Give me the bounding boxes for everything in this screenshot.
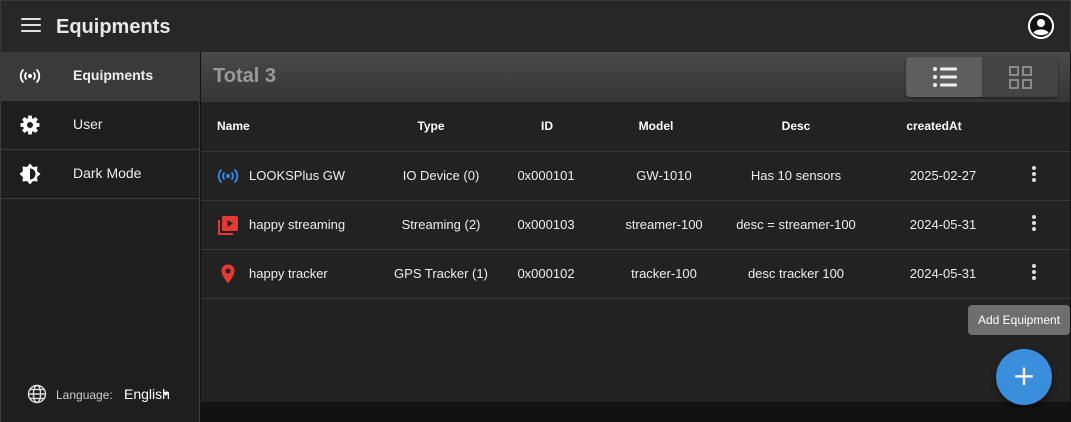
equipment-id: 0x000103 bbox=[517, 217, 575, 232]
more-vert-icon[interactable] bbox=[1027, 264, 1041, 284]
add-equipment-tooltip: Add Equipment bbox=[968, 305, 1070, 335]
grid-view-icon bbox=[1009, 66, 1032, 89]
main-content: Total 3 Name Type ID Model Desc createdA… bbox=[201, 52, 1070, 402]
view-toggle bbox=[906, 57, 1058, 97]
list-view-button[interactable] bbox=[906, 57, 982, 97]
sidebar-item-dark-mode[interactable]: Dark Mode bbox=[1, 150, 199, 199]
location-pin-icon bbox=[217, 263, 239, 285]
equipment-created-at: 2024-05-31 bbox=[909, 266, 977, 281]
equipment-model: GW-1010 bbox=[636, 168, 692, 183]
equipment-desc: desc tracker 100 bbox=[747, 266, 845, 281]
page-title: Equipments bbox=[56, 16, 171, 38]
equipment-model: streamer-100 bbox=[625, 217, 703, 232]
menu-icon[interactable] bbox=[21, 18, 41, 34]
video-library-icon bbox=[217, 214, 239, 236]
equipment-table: Name Type ID Model Desc createdAt LOOKSP… bbox=[201, 102, 1070, 299]
plus-icon: + bbox=[1012, 359, 1036, 392]
column-header-created-at[interactable]: createdAt bbox=[894, 102, 974, 150]
table-row[interactable]: happy streaming Streaming (2) 0x000103 s… bbox=[201, 201, 1070, 250]
account-icon[interactable] bbox=[1028, 13, 1054, 39]
table-row[interactable]: LOOKSPlus GW IO Device (0) 0x000101 GW-1… bbox=[201, 152, 1070, 201]
equipment-created-at: 2024-05-31 bbox=[909, 217, 977, 232]
equipment-name: happy tracker bbox=[249, 266, 328, 281]
equipment-id: 0x000102 bbox=[517, 266, 575, 281]
language-label: Language: bbox=[56, 388, 113, 402]
equipment-desc: desc = streamer-100 bbox=[736, 217, 856, 232]
dropdown-arrow-icon bbox=[163, 392, 169, 396]
equipment-type: IO Device (0) bbox=[402, 168, 480, 183]
column-header-model[interactable]: Model bbox=[621, 102, 691, 150]
more-vert-icon[interactable] bbox=[1027, 166, 1041, 186]
equipment-type: GPS Tracker (1) bbox=[394, 266, 488, 281]
broadcast-icon bbox=[19, 65, 41, 87]
more-vert-icon[interactable] bbox=[1027, 215, 1041, 235]
table-header-row: Name Type ID Model Desc createdAt bbox=[201, 102, 1070, 152]
sidebar-item-label: User bbox=[73, 116, 103, 132]
globe-icon bbox=[27, 384, 47, 404]
sidebar-item-label: Dark Mode bbox=[73, 165, 142, 181]
table-row[interactable]: happy tracker GPS Tracker (1) 0x000102 t… bbox=[201, 250, 1070, 299]
total-count: Total 3 bbox=[213, 65, 276, 87]
add-equipment-button[interactable]: + bbox=[996, 349, 1052, 405]
equipment-model: tracker-100 bbox=[631, 266, 697, 281]
equipment-name: happy streaming bbox=[249, 217, 346, 232]
toolbar: Total 3 bbox=[201, 52, 1070, 102]
column-header-type[interactable]: Type bbox=[391, 102, 471, 150]
column-header-name[interactable]: Name bbox=[217, 102, 250, 150]
app-bar: Equipments bbox=[0, 0, 1071, 52]
column-header-desc[interactable]: Desc bbox=[766, 102, 826, 150]
sidebar: Equipments User Dark Mode Language: Engl… bbox=[0, 52, 200, 422]
gear-icon bbox=[19, 114, 41, 136]
column-header-id[interactable]: ID bbox=[517, 102, 577, 150]
equipment-id: 0x000101 bbox=[517, 168, 575, 183]
brightness-icon bbox=[19, 163, 41, 185]
list-view-icon bbox=[933, 67, 957, 87]
sidebar-item-equipments[interactable]: Equipments bbox=[1, 52, 199, 101]
grid-view-button[interactable] bbox=[982, 57, 1058, 97]
sidebar-item-label: Equipments bbox=[73, 67, 154, 83]
equipment-type: Streaming (2) bbox=[401, 217, 481, 232]
broadcast-icon bbox=[217, 165, 239, 187]
equipment-desc: Has 10 sensors bbox=[750, 168, 842, 183]
equipment-created-at: 2025-02-27 bbox=[909, 168, 977, 183]
sidebar-item-user[interactable]: User bbox=[1, 101, 199, 150]
equipment-name: LOOKSPlus GW bbox=[249, 168, 346, 183]
